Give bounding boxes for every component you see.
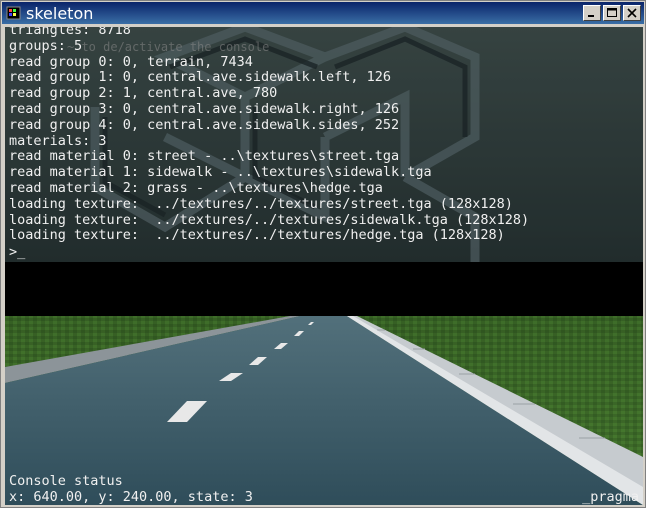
console-line: materials: 3 (9, 132, 107, 149)
console-line: read group 3: 0, central.ave.sidewalk.ri… (9, 100, 400, 117)
console-line: read material 1: sidewalk - ..\textures\… (9, 164, 432, 181)
maximize-button[interactable] (603, 5, 621, 21)
title-bar[interactable]: skeleton (2, 2, 644, 24)
status-coordinates: x: 640.00, y: 240.00, state: 3 (9, 489, 253, 505)
console-line: groups: 5 (9, 37, 83, 54)
app-icon (6, 5, 22, 21)
console-line: loading texture: ../textures/../textures… (9, 195, 513, 212)
brand-label: _pragma (582, 489, 639, 505)
console-line: loading texture: ../textures/../textures… (9, 227, 505, 244)
console-line: read material 2: grass - ..\textures\hed… (9, 179, 383, 196)
close-button[interactable] (623, 5, 641, 21)
console-overlay: ~ to de/activate the console triangles: … (5, 27, 643, 262)
console-line: read material 0: street - ..\textures\st… (9, 148, 400, 165)
app-window: skeleton ~ to de/activate the console tr… (0, 0, 646, 508)
horizon-band (5, 262, 643, 316)
console-line: read group 1: 0, central.ave.sidewalk.le… (9, 69, 392, 86)
window-title: skeleton (26, 3, 94, 23)
console-line: triangles: 8718 (9, 27, 131, 38)
maximize-icon (607, 8, 617, 17)
console-log: triangles: 8718 groups: 5 read group 0: 0,… (9, 27, 529, 244)
close-icon (627, 8, 637, 18)
console-line: read group 2: 1, central.ave, 780 (9, 85, 278, 102)
console-line: loading texture: ../textures/../textures… (9, 211, 530, 228)
console-line: read group 0: 0, terrain, 7434 (9, 53, 253, 70)
minimize-button[interactable] (583, 5, 601, 21)
minimize-icon (588, 15, 594, 17)
console-line: read group 4: 0, central.ave.sidewalk.si… (9, 116, 400, 133)
console-prompt[interactable]: >_ (9, 244, 25, 260)
console-status-label: Console status (9, 473, 123, 489)
render-viewport[interactable]: ~ to de/activate the console triangles: … (5, 27, 643, 505)
